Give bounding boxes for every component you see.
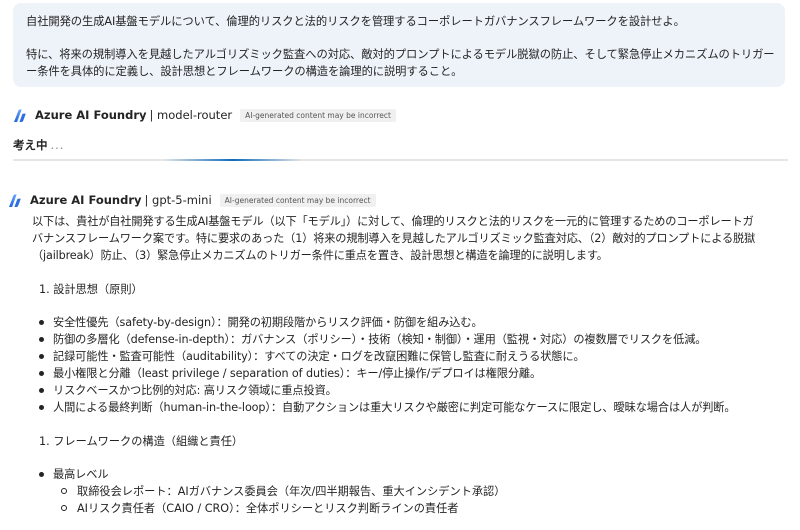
intro-line: 以下は、貴社が自社開発する生成AI基盤モデル（以下「モデル」）に対して、倫理的リ…	[32, 215, 754, 228]
response-intro: 以下は、貴社が自社開発する生成AI基盤モデル（以下「モデル」）に対して、倫理的リ…	[32, 213, 792, 264]
list-item: 防御の多層化（defense-in-depth）：ガバナンス（ポリシー）・技術（…	[32, 331, 792, 348]
user-message-line: ー条件を具体的に定義し、設計思想とフレームワークの構造を論理的に説明すること。	[26, 65, 463, 78]
list-item: 安全性優先（safety-by-design）：開発の初期段階からリスク評価・防…	[32, 314, 792, 331]
azure-ai-foundry-logo-icon	[8, 193, 22, 207]
thinking-label: 考え中	[13, 138, 48, 152]
sub-list-item: AIリスク責任者（CAIO / CRO）：全体ポリシーとリスク判断ラインの責任者	[32, 500, 792, 517]
agent-name: Azure AI Foundry	[35, 108, 147, 122]
list-item: 記録可能性・監査可能性（auditability）：すべての決定・ログを改竄困難…	[32, 348, 792, 365]
sub-list-item: 取締役会レポート：AIガバナンス委員会（年次/四半期報告、重大インシデント承認）	[32, 483, 792, 500]
intro-line: （jailbreak）防止、（3）緊急停止メカニズムのトリガー条件に重点を置き、…	[32, 249, 608, 262]
router-agent-header: Azure AI Foundry | model-router AI-gener…	[13, 105, 396, 125]
user-message-line: 特に、将来の規制導入を見越したアルゴリズミック監査への対応、敵対的プロンプトによ…	[26, 48, 775, 61]
thinking-progress-bar	[13, 159, 788, 161]
agent-model: | gpt-5-mini	[144, 193, 212, 207]
intro-line: バナンスフレームワーク案です。特に要求のあった（1）将来の規制導入を見越したアル…	[32, 232, 756, 245]
structure-list: 最高レベル	[32, 466, 792, 483]
list-item: 人間による最終判断（human-in-the-loop）：自動アクションは重大リ…	[32, 399, 792, 416]
user-message-line: 自社開発の生成AI基盤モデルについて、倫理的リスクと法的リスクを管理するコーポレ…	[26, 15, 685, 28]
principles-list: 安全性優先（safety-by-design）：開発の初期段階からリスク評価・防…	[32, 314, 792, 416]
assistant-response: 以下は、貴社が自社開発する生成AI基盤モデル（以下「モデル」）に対して、倫理的リ…	[32, 213, 792, 517]
thinking-dots: ...	[50, 138, 65, 152]
agent-model: | model-router	[149, 108, 233, 122]
structure-sublist: 取締役会レポート：AIガバナンス委員会（年次/四半期報告、重大インシデント承認）…	[32, 483, 792, 517]
agent-name: Azure AI Foundry	[30, 193, 142, 207]
ai-disclaimer-badge: AI-generated content may be incorrect	[240, 108, 396, 122]
chat-page: 自社開発の生成AI基盤モデルについて、倫理的リスクと法的リスクを管理するコーポレ…	[0, 0, 800, 530]
thinking-progress-indicator	[163, 159, 303, 161]
section-heading: 1. 設計思想（原則）	[39, 283, 143, 296]
thinking-status: 考え中...	[13, 137, 64, 153]
list-item: 最小権限と分離（least privilege / separation of …	[32, 365, 792, 382]
user-message-bubble: 自社開発の生成AI基盤モデルについて、倫理的リスクと法的リスクを管理するコーポレ…	[13, 3, 785, 87]
list-item: 最高レベル	[32, 466, 792, 483]
azure-ai-foundry-logo-icon	[13, 108, 27, 122]
section-heading: 1. フレームワークの構造（組織と責任）	[39, 435, 244, 448]
list-item: リスクベースかつ比例的対応: 高リスク領域に重点投資。	[32, 382, 792, 399]
ai-disclaimer-badge: AI-generated content may be incorrect	[219, 193, 376, 207]
response-agent-header: Azure AI Foundry | gpt-5-mini AI-generat…	[8, 190, 376, 210]
